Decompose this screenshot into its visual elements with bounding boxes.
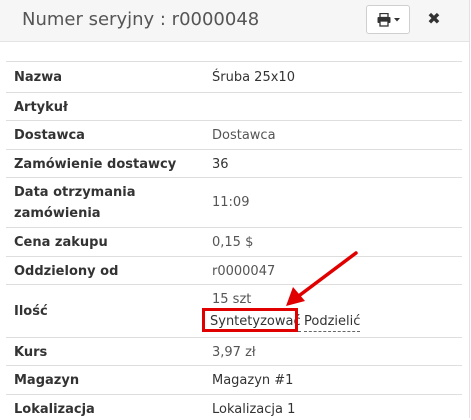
caret-down-icon [394,18,400,22]
modal-header: Numer seryjny : r0000048 ✖ [0,0,469,42]
row-value: Lokalizacja 1 [212,402,296,417]
row-value: Magazyn #1 [212,373,294,388]
row-label: Nazwa [14,70,63,85]
table-row: Cena zakupu 0,15 $ [6,227,462,256]
row-value: 15 szt [212,292,252,307]
row-label: Oddzielony od [14,264,119,279]
row-label: Magazyn [14,373,80,388]
table-row: Zamówienie dostawcy 36 [6,149,462,177]
highlight-box [202,308,298,332]
table-row: Artykuł [6,92,462,120]
table-row: Lokalizacja Lokalizacja 1 [6,394,462,418]
table-row: Oddzielony od r0000047 [6,256,462,284]
row-label: Dostawca [14,128,85,143]
modal-title: Numer seryjny : r0000048 [22,9,260,30]
row-label: Kurs [14,345,48,360]
table-row: Kurs 3,97 zł [6,337,462,365]
serial-number-modal: Numer seryjny : r0000048 ✖ Nazwa Śruba 2… [0,0,470,418]
row-label: Artykuł [14,100,68,115]
row-value: 3,97 zł [212,345,256,360]
row-label: Lokalizacja [14,402,95,417]
table-row: Data otrzymania zamówienia 11:09 [6,177,462,227]
row-label: Zamówienie dostawcy [14,157,177,172]
row-value: 0,15 $ [212,235,254,250]
print-dropdown-button[interactable] [366,5,410,34]
row-value: r0000047 [212,264,276,279]
row-value: 36 [212,157,229,172]
row-label: Data otrzymania zamówienia [14,185,136,221]
table-row: Magazyn Magazyn #1 [6,365,462,394]
row-value: Dostawca [212,128,276,143]
row-value: Śruba 25x10 [212,70,295,85]
row-value: 11:09 [212,195,250,210]
table-row: Nazwa Śruba 25x10 [6,61,462,92]
close-button[interactable]: ✖ [427,10,441,28]
split-button[interactable]: Podzielić [304,313,361,332]
row-label: Ilość [14,304,48,319]
printer-icon [377,13,400,27]
table-row: Dostawca Dostawca [6,120,462,149]
row-label: Cena zakupu [14,235,108,250]
